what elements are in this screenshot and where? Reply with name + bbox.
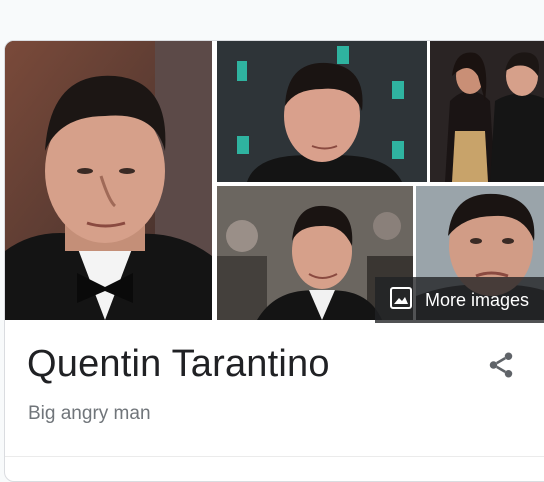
image-icon: [389, 286, 413, 315]
more-images-label: More images: [425, 289, 530, 310]
image-thumbnail-3[interactable]: [430, 41, 544, 182]
more-images-button[interactable]: More images: [375, 277, 544, 323]
entity-subtitle: Big angry man: [28, 403, 151, 424]
share-icon: [486, 350, 516, 385]
divider: [5, 456, 544, 457]
image-thumbnail-1[interactable]: [5, 41, 212, 320]
image-thumbnail-2[interactable]: [217, 41, 427, 182]
knowledge-panel: More images Quentin Tarantino Big angry …: [4, 40, 544, 482]
share-button[interactable]: [483, 349, 519, 385]
entity-title: Quentin Tarantino: [27, 343, 330, 385]
